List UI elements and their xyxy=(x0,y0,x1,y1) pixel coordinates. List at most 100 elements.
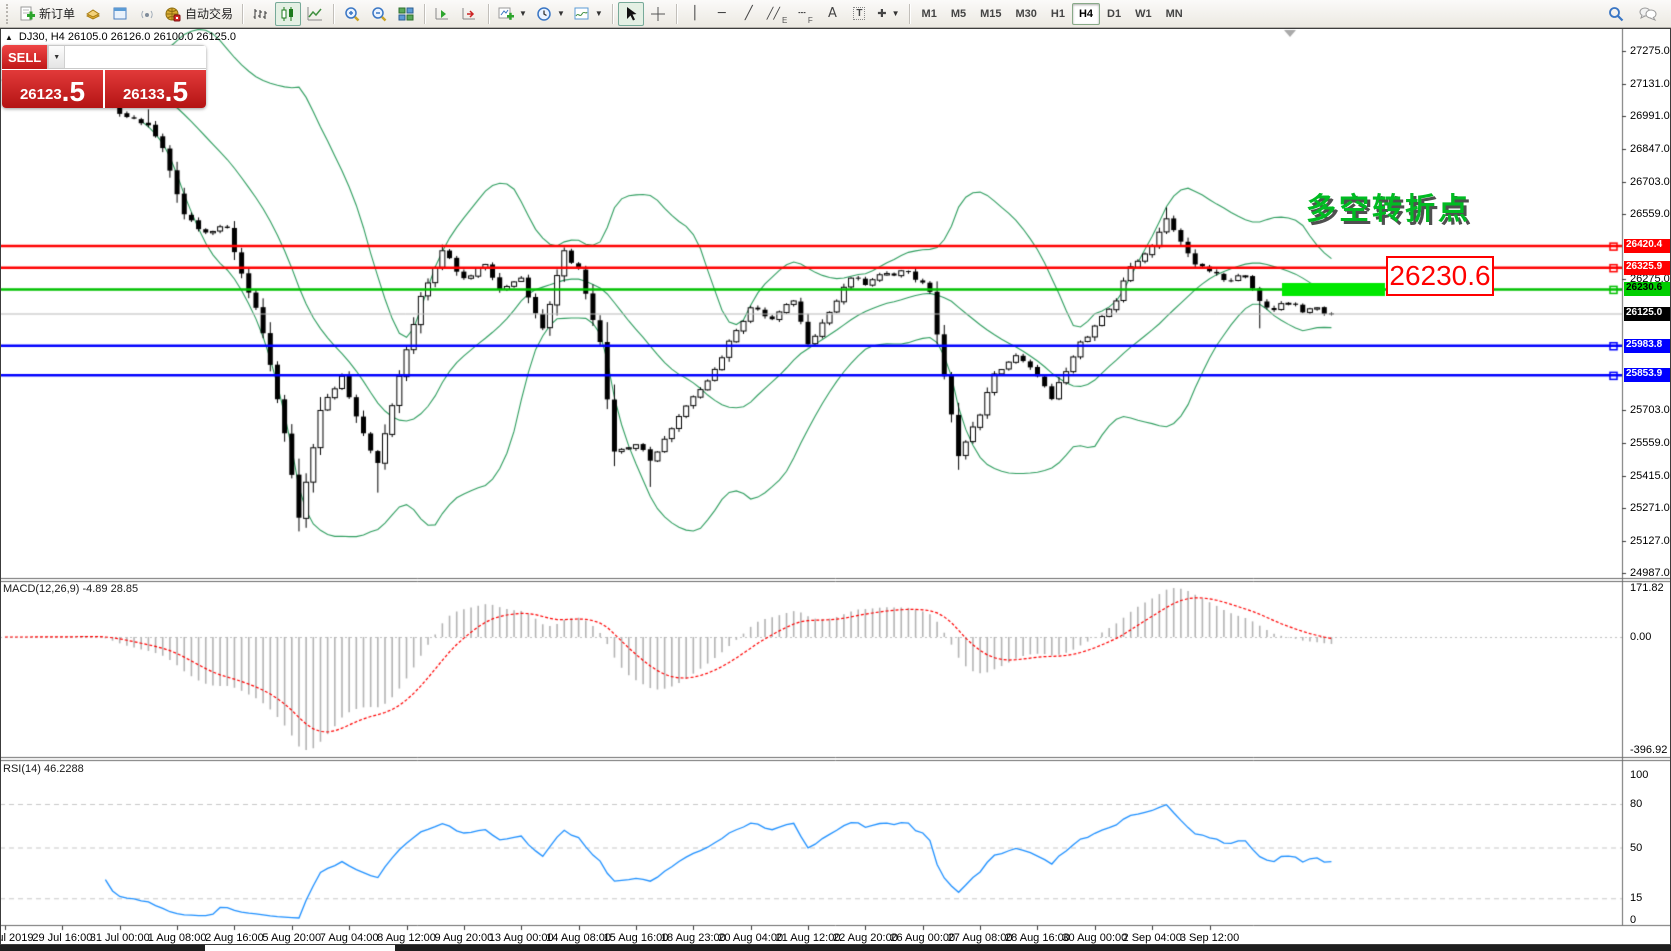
toolbar-separator xyxy=(242,4,243,24)
dropdown-caret-icon: ▼ xyxy=(595,9,603,18)
signal-waves-icon xyxy=(139,6,155,22)
toolbar-separator xyxy=(424,4,425,24)
toolbar-separator xyxy=(909,4,910,24)
chat-bubbles-icon xyxy=(1639,6,1657,22)
candlestick-chart-button[interactable] xyxy=(275,2,301,26)
rsi-indicator-label: RSI(14) 46.2288 xyxy=(3,763,84,775)
history-center-button[interactable] xyxy=(80,2,106,26)
template-chart-icon xyxy=(574,6,590,22)
text-button[interactable]: A xyxy=(819,2,845,26)
timeframe-bar: M1M5M15M30H1H4D1W1MN xyxy=(915,3,1190,25)
search-button[interactable] xyxy=(1603,2,1629,26)
sell-price-fraction: .5 xyxy=(62,78,85,106)
crosshair-icon xyxy=(650,6,666,22)
zoom-out-button[interactable] xyxy=(366,2,392,26)
timeframe-H1[interactable]: H1 xyxy=(1044,3,1072,25)
chart-canvas[interactable] xyxy=(0,28,1671,944)
crosshair-button[interactable] xyxy=(645,2,671,26)
timeframe-M1[interactable]: M1 xyxy=(915,3,944,25)
terminal-window-button[interactable] xyxy=(107,2,133,26)
new-order-icon xyxy=(19,6,35,22)
horizontal-line-icon: ─ xyxy=(718,6,726,21)
timeframe-H4[interactable]: H4 xyxy=(1072,3,1100,25)
text-icon: A xyxy=(828,6,837,21)
chart-title: ▲ DJ30, H4 26105.0 26126.0 26100.0 26125… xyxy=(5,31,236,43)
autotrading-button[interactable]: 自动交易 xyxy=(161,2,237,26)
tile-windows-icon xyxy=(398,6,414,22)
symbol-quote-line: DJ30, H4 26105.0 26126.0 26100.0 26125.0 xyxy=(19,31,236,43)
period-clock-button[interactable]: ▼ xyxy=(532,2,569,26)
cursor-arrow-icon xyxy=(623,6,639,22)
buy-price-main: 26133 xyxy=(123,84,165,106)
panel-collapse-icon[interactable]: ▲ xyxy=(5,33,13,42)
main-toolbar: 新订单 自动交易 ▼ ▼ xyxy=(0,0,1671,28)
tile-windows-button[interactable] xyxy=(393,2,419,26)
new-order-button[interactable]: 新订单 xyxy=(15,2,79,26)
bar-chart-button[interactable] xyxy=(248,2,274,26)
turning-point-annotation[interactable]: 多空转折点 xyxy=(1306,184,1471,228)
zoom-out-icon xyxy=(371,6,387,22)
new-chart-button[interactable]: ▼ xyxy=(494,2,531,26)
toolbar-separator xyxy=(676,4,677,24)
volume-control: ▼ ▲ xyxy=(47,45,206,69)
new-order-label: 新订单 xyxy=(39,5,75,22)
buy-price-fraction: .5 xyxy=(165,78,188,106)
trendline-icon: ╱ xyxy=(745,6,753,21)
templates-button[interactable]: ▼ xyxy=(570,2,607,26)
candlestick-icon xyxy=(280,6,296,22)
clock-icon xyxy=(536,6,552,22)
fibonacci-button[interactable]: ┄F xyxy=(792,2,818,26)
autotrading-label: 自动交易 xyxy=(185,5,233,22)
chat-button[interactable] xyxy=(1635,2,1661,26)
volume-decrease-button[interactable]: ▼ xyxy=(48,46,65,68)
timeframe-M15[interactable]: M15 xyxy=(973,3,1008,25)
fibonacci-icon: ┄ xyxy=(798,6,806,21)
sell-button[interactable]: SELL xyxy=(2,45,47,69)
chart-shift-icon xyxy=(462,6,478,22)
autotrading-globe-icon xyxy=(165,6,181,22)
window-bottom-gap xyxy=(205,945,395,951)
equidistant-channel-button[interactable]: ╱╱E xyxy=(763,2,792,26)
auto-scroll-icon xyxy=(435,6,451,22)
toolbar-separator xyxy=(333,4,334,24)
chart-shift-button[interactable] xyxy=(457,2,483,26)
zoom-in-button[interactable] xyxy=(339,2,365,26)
fibonacci-sub-label: F xyxy=(808,16,813,25)
vertical-line-button[interactable]: │ xyxy=(682,2,708,26)
new-chart-icon xyxy=(498,6,514,22)
toolbar-separator xyxy=(612,4,613,24)
timeframe-M30[interactable]: M30 xyxy=(1009,3,1044,25)
arrows-icon: ✚ xyxy=(877,7,886,20)
text-label-button[interactable]: T xyxy=(846,2,872,26)
timeframe-MN[interactable]: MN xyxy=(1159,3,1190,25)
channel-icon: ╱╱ xyxy=(767,7,780,20)
arrows-button[interactable]: ✚▼ xyxy=(873,2,903,26)
signals-button[interactable] xyxy=(134,2,160,26)
sell-price-display[interactable]: 26123 .5 xyxy=(2,70,103,108)
dropdown-caret-icon: ▼ xyxy=(557,9,565,18)
line-chart-icon xyxy=(307,6,323,22)
channel-sub-label: E xyxy=(782,16,787,25)
auto-scroll-button[interactable] xyxy=(430,2,456,26)
text-label-icon: T xyxy=(853,7,865,20)
line-chart-button[interactable] xyxy=(302,2,328,26)
timeframe-M5[interactable]: M5 xyxy=(944,3,973,25)
timeframe-W1[interactable]: W1 xyxy=(1128,3,1159,25)
buy-price-display[interactable]: 26133 .5 xyxy=(105,70,206,108)
zoom-in-icon xyxy=(344,6,360,22)
cursor-button[interactable] xyxy=(618,2,644,26)
search-icon xyxy=(1608,6,1624,22)
one-click-trading-panel: SELL ▼ ▲ BUY 26123 .5 26133 .5 xyxy=(2,45,206,108)
dropdown-caret-icon: ▼ xyxy=(892,9,900,18)
volume-input[interactable] xyxy=(65,46,206,68)
timeframe-D1[interactable]: D1 xyxy=(1100,3,1128,25)
macd-indicator-label: MACD(12,26,9) -4.89 28.85 xyxy=(3,583,138,595)
toolbar-grip xyxy=(6,4,12,24)
sell-price-main: 26123 xyxy=(20,84,62,106)
horizontal-line-button[interactable]: ─ xyxy=(709,2,735,26)
bar-chart-icon xyxy=(253,6,269,22)
trendline-button[interactable]: ╱ xyxy=(736,2,762,26)
dropdown-caret-icon: ▼ xyxy=(519,9,527,18)
boxed-price-annotation[interactable]: 26230.6 xyxy=(1386,256,1494,296)
vertical-line-icon: │ xyxy=(691,6,699,21)
